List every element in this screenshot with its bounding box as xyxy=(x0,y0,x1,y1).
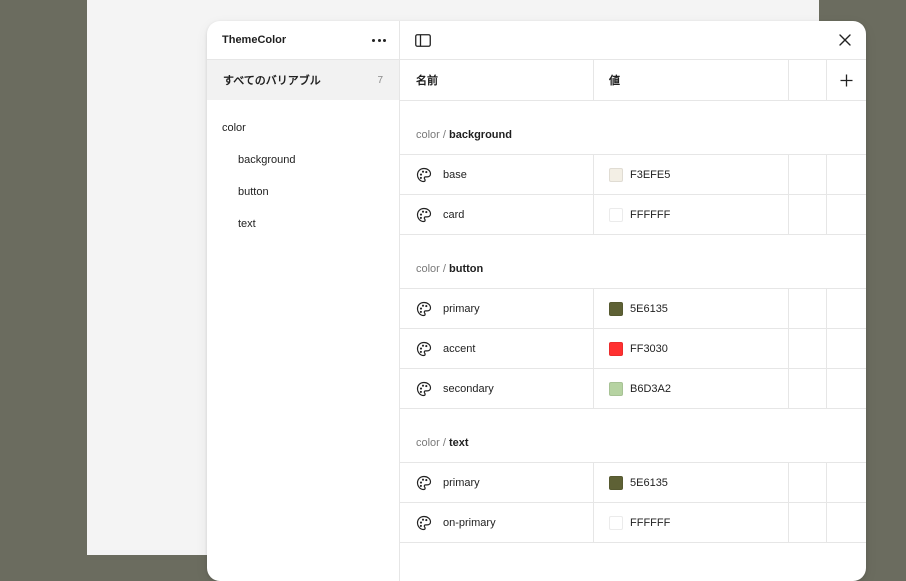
variable-value-cell[interactable]: B6D3A2 xyxy=(594,369,789,408)
variable-row-button-accent[interactable]: accent FF3030 xyxy=(400,329,866,369)
variable-name: base xyxy=(443,168,467,181)
sidebar-item-background[interactable]: background xyxy=(207,143,399,175)
variable-trailing-cell xyxy=(827,369,865,408)
group-name: text xyxy=(449,437,469,449)
variable-row-text-on-primary[interactable]: on-primary FFFFFF xyxy=(400,503,866,543)
group-path-prefix: color / xyxy=(416,437,450,449)
variable-name: on-primary xyxy=(443,516,496,529)
variable-row-button-secondary[interactable]: secondary B6D3A2 xyxy=(400,369,866,409)
group-header-button: color / button xyxy=(400,235,866,289)
column-header-extra xyxy=(789,60,827,100)
sidebar-item-color[interactable]: color xyxy=(207,111,399,143)
canvas-background: ThemeColor すべてのバリアブル 7 color background bu… xyxy=(87,0,866,581)
variable-trailing-cell xyxy=(827,289,865,328)
palette-icon xyxy=(416,301,432,317)
variable-row-text-primary[interactable]: primary 5E6135 xyxy=(400,463,866,503)
color-swatch[interactable] xyxy=(609,341,623,356)
all-variables-count: 7 xyxy=(377,74,383,86)
variable-value: FFFFFF xyxy=(630,516,671,529)
color-swatch[interactable] xyxy=(609,301,623,316)
variable-row-button-primary[interactable]: primary 5E6135 xyxy=(400,289,866,329)
variable-name-cell[interactable]: accent xyxy=(400,329,594,368)
column-header-name: 名前 xyxy=(400,60,594,100)
variable-value: 5E6135 xyxy=(630,476,668,489)
variable-value-cell[interactable]: F3EFE5 xyxy=(594,155,789,194)
variable-value-cell[interactable]: FFFFFF xyxy=(594,503,789,542)
color-swatch[interactable] xyxy=(609,515,623,530)
variable-row-background-base[interactable]: base F3EFE5 xyxy=(400,155,866,195)
variable-value-cell[interactable]: 5E6135 xyxy=(594,463,789,502)
variable-name: card xyxy=(443,208,465,221)
group-name: background xyxy=(449,129,512,141)
sidebar-toggle-icon[interactable] xyxy=(414,31,432,49)
variables-panel: ThemeColor すべてのバリアブル 7 color background bu… xyxy=(207,21,866,581)
sidebar-item-all-variables[interactable]: すべてのバリアブル 7 xyxy=(207,60,399,100)
variable-extra-cell xyxy=(789,195,827,234)
variable-name: secondary xyxy=(443,382,494,395)
palette-icon xyxy=(416,381,432,397)
variable-groups: color / background base F3EFE5 card FFFFFF co… xyxy=(400,101,866,543)
more-horizontal-icon[interactable] xyxy=(368,35,390,46)
variable-value: F3EFE5 xyxy=(630,168,671,181)
table-header-row: 名前 値 xyxy=(400,60,866,101)
color-swatch[interactable] xyxy=(609,207,623,222)
variable-name: accent xyxy=(443,342,476,355)
variable-name-cell[interactable]: secondary xyxy=(400,369,594,408)
collection-title: ThemeColor xyxy=(222,34,287,46)
variables-table-area: 名前 値 color / background base F3EFE5 card FFF… xyxy=(400,21,866,581)
variable-trailing-cell xyxy=(827,463,865,502)
group-tree: color background button text xyxy=(207,100,399,239)
palette-icon xyxy=(416,475,432,491)
sidebar-item-button[interactable]: button xyxy=(207,175,399,207)
group-name: button xyxy=(449,263,484,275)
variable-extra-cell xyxy=(789,289,827,328)
variable-name-cell[interactable]: primary xyxy=(400,463,594,502)
variable-name-cell[interactable]: on-primary xyxy=(400,503,594,542)
variable-value: FF3030 xyxy=(630,342,668,355)
color-swatch[interactable] xyxy=(609,167,623,182)
variable-extra-cell xyxy=(789,503,827,542)
color-swatch[interactable] xyxy=(609,381,623,396)
palette-icon xyxy=(416,515,432,531)
variable-extra-cell xyxy=(789,329,827,368)
palette-icon xyxy=(416,207,432,223)
variable-value-cell[interactable]: 5E6135 xyxy=(594,289,789,328)
color-swatch[interactable] xyxy=(609,475,623,490)
variable-extra-cell xyxy=(789,155,827,194)
variable-name: primary xyxy=(443,476,480,489)
close-icon[interactable] xyxy=(836,31,854,49)
variable-value-cell[interactable]: FFFFFF xyxy=(594,195,789,234)
variable-trailing-cell xyxy=(827,195,865,234)
variable-value: FFFFFF xyxy=(630,208,671,221)
variable-name-cell[interactable]: base xyxy=(400,155,594,194)
table-toolbar xyxy=(400,21,866,60)
sidebar-header: ThemeColor xyxy=(207,21,399,60)
variable-value-cell[interactable]: FF3030 xyxy=(594,329,789,368)
variable-extra-cell xyxy=(789,369,827,408)
palette-icon xyxy=(416,167,432,183)
variable-trailing-cell xyxy=(827,503,865,542)
variable-name-cell[interactable]: primary xyxy=(400,289,594,328)
variable-name: primary xyxy=(443,302,480,315)
group-header-background: color / background xyxy=(400,101,866,155)
add-column-button[interactable] xyxy=(827,60,865,100)
variable-trailing-cell xyxy=(827,155,865,194)
variable-value: B6D3A2 xyxy=(630,382,671,395)
all-variables-label: すべてのバリアブル xyxy=(223,75,321,87)
variable-name-cell[interactable]: card xyxy=(400,195,594,234)
variable-row-background-card[interactable]: card FFFFFF xyxy=(400,195,866,235)
group-path-prefix: color / xyxy=(416,263,450,275)
plus-icon xyxy=(840,74,852,86)
group-path-prefix: color / xyxy=(416,129,450,141)
sidebar-item-text[interactable]: text xyxy=(207,207,399,239)
collection-sidebar: ThemeColor すべてのバリアブル 7 color background bu… xyxy=(207,21,400,581)
variable-trailing-cell xyxy=(827,329,865,368)
variable-extra-cell xyxy=(789,463,827,502)
palette-icon xyxy=(416,341,432,357)
group-header-text: color / text xyxy=(400,409,866,463)
variable-value: 5E6135 xyxy=(630,302,668,315)
column-header-value: 値 xyxy=(594,60,789,100)
